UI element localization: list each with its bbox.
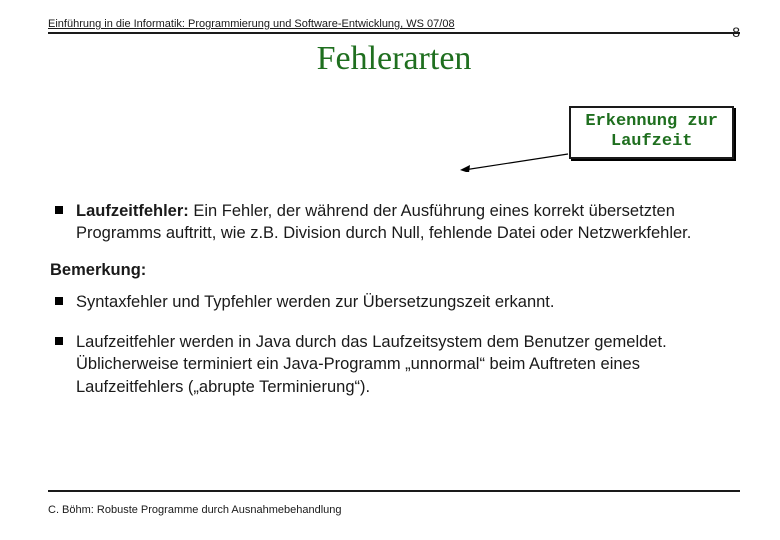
remark-bullet-1: Syntaxfehler und Typfehler werden zur Üb… [48, 291, 740, 313]
remark-bullet-2: Laufzeitfehler werden in Java durch das … [48, 331, 740, 398]
header-row: Einführung in die Informatik: Programmie… [48, 14, 740, 34]
bullet-label: Laufzeitfehler: [76, 202, 189, 220]
bullet-square-icon [55, 297, 63, 305]
bullet-square-icon [55, 206, 63, 214]
callout-line1: Erkennung zur [585, 112, 718, 132]
remark-heading: Bemerkung: [50, 259, 740, 281]
bullet-laufzeitfehler: Laufzeitfehler: Ein Fehler, der während … [48, 200, 740, 245]
remark-text-2: Laufzeitfehler werden in Java durch das … [76, 333, 667, 396]
footer-rule [48, 490, 740, 492]
footer-text: C. Böhm: Robuste Programme durch Ausnahm… [48, 504, 342, 516]
course-header: Einführung in die Informatik: Programmie… [48, 18, 455, 30]
content-area: Laufzeitfehler: Ein Fehler, der während … [48, 200, 740, 398]
callout-pointer-icon [460, 152, 570, 172]
slide-title: Fehlerarten [48, 40, 740, 78]
callout-box: Erkennung zur Laufzeit [569, 106, 734, 159]
callout-line2: Laufzeit [585, 132, 718, 152]
remark-text-1: Syntaxfehler und Typfehler werden zur Üb… [76, 293, 554, 311]
bullet-square-icon [55, 337, 63, 345]
page-number: 8 [724, 24, 740, 40]
callout-container: Erkennung zur Laufzeit [48, 106, 740, 176]
slide: Einführung in die Informatik: Programmie… [0, 0, 780, 540]
